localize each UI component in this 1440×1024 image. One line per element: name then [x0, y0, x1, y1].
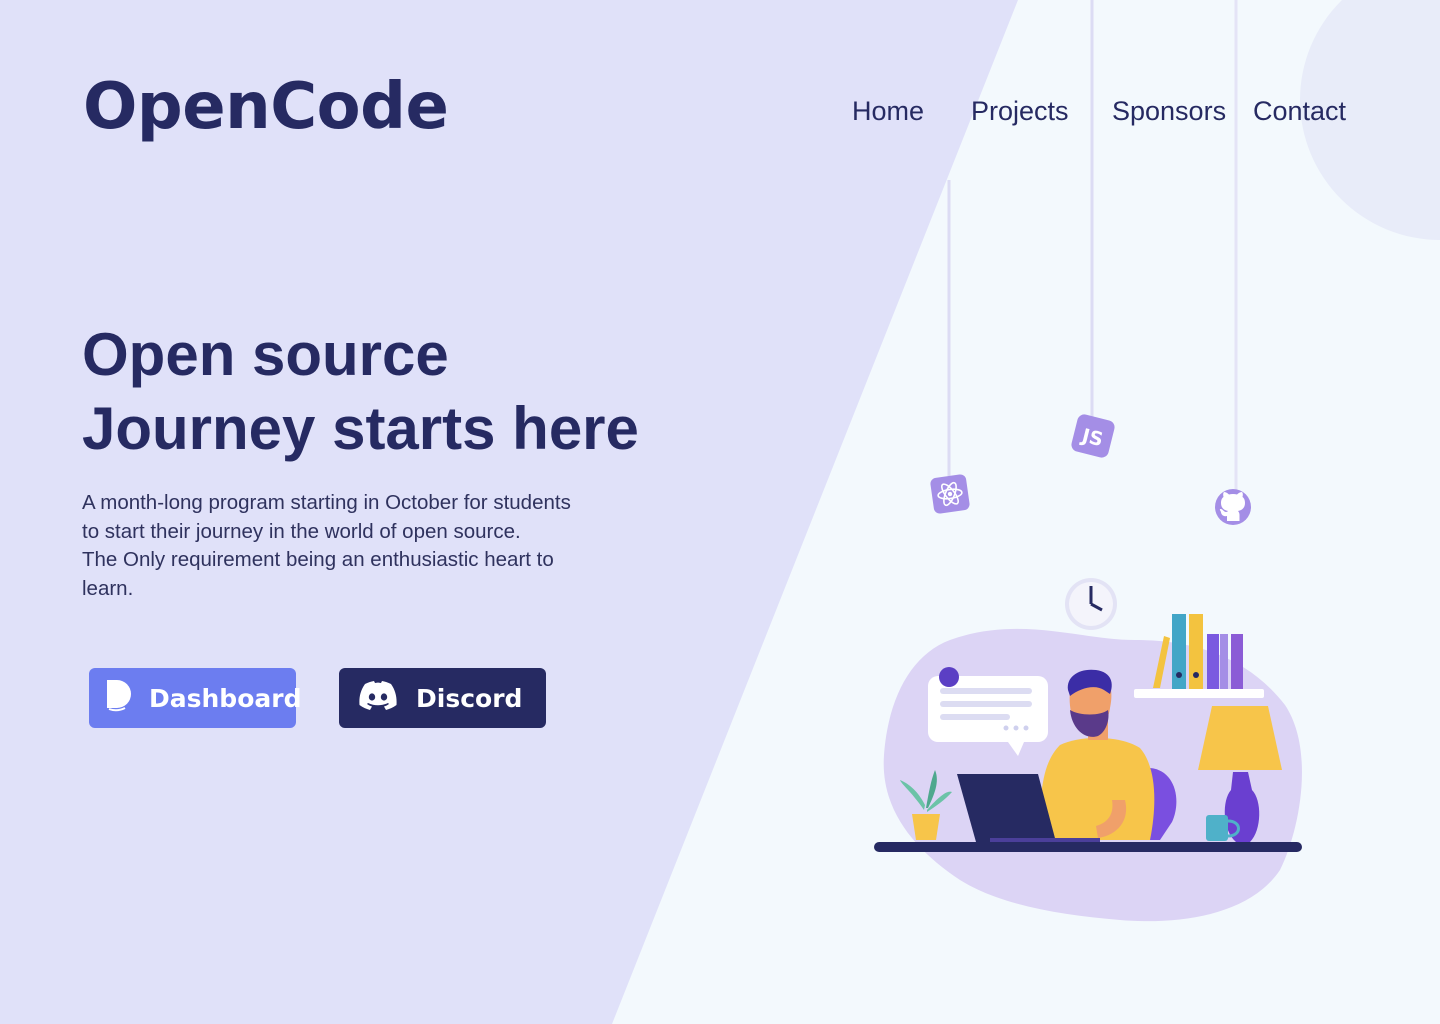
github-icon: [1215, 489, 1251, 525]
nav-projects[interactable]: Projects: [971, 96, 1069, 127]
dashboard-logo-icon: [103, 678, 133, 718]
discord-icon: [358, 679, 398, 717]
main-nav: Home Projects Sponsors Contact: [0, 96, 1440, 136]
hero-description-line: to start their journey in the world of o…: [82, 519, 521, 543]
dashboard-button[interactable]: Dashboard: [89, 668, 301, 728]
react-icon: [930, 474, 970, 514]
discord-button-label: Discord: [416, 683, 523, 713]
nav-sponsors[interactable]: Sponsors: [1112, 96, 1226, 127]
hero-description-line: The Only requirement being an enthusiast…: [82, 548, 554, 571]
hero-description-line: A month-long program starting in October…: [82, 491, 571, 514]
dashboard-button-label: Dashboard: [149, 683, 302, 713]
clock-icon: [1065, 578, 1117, 630]
hero-description: A month-long program starting in October…: [82, 489, 642, 603]
hero-description-line: learn.: [82, 576, 134, 600]
hero-title: Open source Journey starts here: [82, 318, 639, 466]
desk-icon: [874, 842, 1302, 852]
hero-title-line2: Journey starts here: [82, 395, 639, 462]
nav-home[interactable]: Home: [852, 96, 924, 127]
nav-contact[interactable]: Contact: [1253, 96, 1346, 127]
hero-title-line1: Open source: [82, 321, 449, 388]
discord-button[interactable]: Discord: [339, 668, 546, 728]
